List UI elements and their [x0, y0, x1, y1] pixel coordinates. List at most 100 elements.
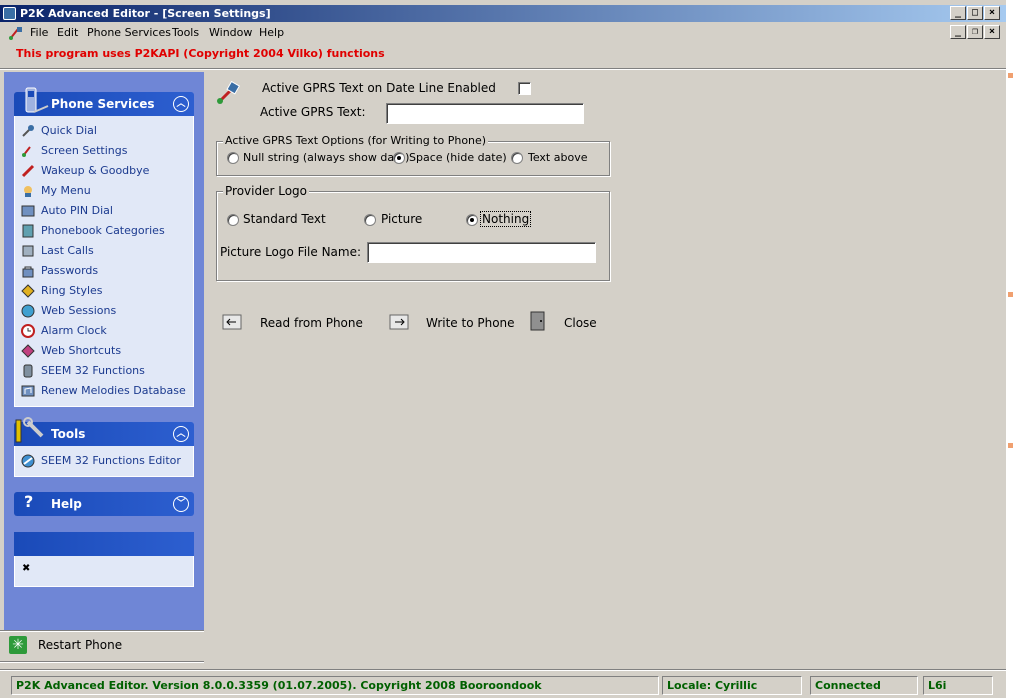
standard-text-radio[interactable] [227, 214, 239, 226]
close-icon[interactable]: ✖ [22, 563, 30, 574]
title-bar[interactable]: P2K Advanced Editor - [Screen Settings] [0, 5, 1006, 22]
copyright-notice: This program uses P2KAPI (Copyright 2004… [16, 47, 385, 60]
write-to-phone-button[interactable]: Write to Phone [388, 312, 518, 334]
menu-phone-services[interactable]: Phone Services [87, 26, 171, 39]
edge-mark [1008, 73, 1013, 78]
picture-label[interactable]: Picture [381, 212, 422, 226]
sidebar-item-passwords[interactable]: Passwords [19, 262, 189, 280]
logo-file-input[interactable] [367, 242, 596, 263]
sidebar-item-label: Ring Styles [41, 284, 103, 297]
wakeup-icon [21, 164, 35, 178]
restart-icon: ✳ [9, 636, 27, 654]
help-icon: ? [24, 492, 34, 511]
sidebar-item-label: Web Shortcuts [41, 344, 122, 357]
menu-edit[interactable]: Edit [57, 26, 78, 39]
space-label[interactable]: Space (hide date) [409, 151, 507, 164]
sidebar-item-last-calls[interactable]: Last Calls [19, 242, 189, 260]
sidebar-item-label: Wakeup & Goodbye [41, 164, 150, 177]
sidebar-item-label: Screen Settings [41, 144, 128, 157]
window-title: P2K Advanced Editor - [Screen Settings] [20, 7, 271, 20]
child-close-button[interactable]: × [984, 25, 1000, 39]
expand-down-icon[interactable]: ﹀ [173, 496, 189, 512]
close-button[interactable]: Close [526, 310, 606, 334]
collapse-up-icon[interactable]: ︿ [173, 426, 189, 442]
phone-icon [25, 87, 49, 113]
menu-tools[interactable]: Tools [172, 26, 199, 39]
gprs-enabled-checkbox[interactable] [518, 82, 531, 95]
tools-icon [15, 417, 44, 443]
maximize-button[interactable]: □ [967, 6, 983, 20]
write-to-phone-label: Write to Phone [426, 316, 515, 330]
sidebar-item-screen-settings[interactable]: Screen Settings [19, 142, 189, 160]
phone-services-header[interactable]: Phone Services ︿ [14, 87, 194, 116]
sidebar-item-auto-pin-dial[interactable]: Auto PIN Dial [19, 202, 189, 220]
tools-header[interactable]: Tools ︿ [14, 417, 194, 446]
read-from-phone-button[interactable]: Read from Phone [221, 312, 363, 334]
sidebar-item-web-sessions[interactable]: Web Sessions [19, 302, 189, 320]
logo-file-label: Picture Logo File Name: [220, 245, 362, 259]
menu-window[interactable]: Window [209, 26, 252, 39]
sidebar-item-alarm-clock[interactable]: Alarm Clock [19, 322, 189, 340]
provider-logo-title: Provider Logo [223, 184, 309, 198]
pin-dial-icon [21, 204, 35, 218]
locale-status: Locale: Cyrillic [662, 676, 802, 695]
sidebar-item-seem-editor[interactable]: SEEM 32 Functions Editor [19, 452, 189, 470]
read-icon [221, 313, 243, 331]
standard-text-label[interactable]: Standard Text [243, 212, 326, 226]
sidebar-item-label: Quick Dial [41, 124, 97, 137]
melodies-icon [21, 384, 35, 398]
gprs-options-title: Active GPRS Text Options (for Writing to… [223, 134, 489, 147]
space-radio[interactable] [393, 152, 405, 164]
info-panel: ✖ [14, 556, 194, 587]
read-from-phone-label: Read from Phone [260, 316, 363, 330]
sidebar-item-quick-dial[interactable]: Quick Dial [19, 122, 189, 140]
document-icon[interactable] [8, 25, 24, 41]
menu-file[interactable]: File [30, 26, 48, 39]
picture-radio[interactable] [364, 214, 376, 226]
divider [0, 661, 204, 663]
sidebar-item-label: SEEM 32 Functions Editor [41, 454, 181, 467]
sidebar-item-label: Alarm Clock [41, 324, 107, 337]
model-status: L6i [923, 676, 993, 695]
passwords-icon [21, 264, 35, 278]
help-title: Help [51, 497, 82, 511]
sidebar-item-label: Phonebook Categories [41, 224, 165, 237]
connection-status: Connected [810, 676, 918, 695]
version-status: P2K Advanced Editor. Version 8.0.0.3359 … [11, 676, 659, 695]
text-above-radio[interactable] [511, 152, 523, 164]
provider-logo-group: Provider Logo Standard Text Picture Noth… [216, 184, 610, 281]
nothing-radio[interactable] [466, 214, 478, 226]
menu-help[interactable]: Help [259, 26, 284, 39]
restart-phone-button[interactable]: ✳ Restart Phone [4, 631, 204, 659]
screen-settings-icon [21, 144, 35, 158]
child-restore-button[interactable]: ❐ [967, 25, 983, 39]
tools-title: Tools [51, 427, 86, 441]
sidebar-item-ring-styles[interactable]: Ring Styles [19, 282, 189, 300]
my-menu-icon [21, 184, 35, 198]
sidebar-item-wakeup[interactable]: Wakeup & Goodbye [19, 162, 189, 180]
phone-services-title: Phone Services [51, 97, 155, 111]
sidebar-item-label: Web Sessions [41, 304, 117, 317]
divider [0, 68, 1006, 70]
nothing-label[interactable]: Nothing [479, 211, 532, 227]
web-sessions-icon [21, 304, 35, 318]
null-string-radio[interactable] [227, 152, 239, 164]
null-string-label[interactable]: Null string (always show date) [243, 151, 409, 164]
help-header[interactable]: ? Help ﹀ [14, 492, 194, 516]
child-minimize-button[interactable]: _ [950, 25, 966, 39]
edge-mark [1008, 443, 1013, 448]
sidebar-item-my-menu[interactable]: My Menu [19, 182, 189, 200]
sidebar-item-renew-melodies[interactable]: Renew Melodies Database [19, 382, 189, 400]
close-window-button[interactable]: × [984, 6, 1000, 20]
window-edge [1006, 0, 1013, 698]
door-icon [526, 310, 548, 331]
phone-services-panel: Quick Dial Screen Settings Wakeup & Good… [14, 116, 194, 407]
sidebar-item-web-shortcuts[interactable]: Web Shortcuts [19, 342, 189, 360]
sidebar-item-phonebook[interactable]: Phonebook Categories [19, 222, 189, 240]
minimize-button[interactable]: _ [950, 6, 966, 20]
collapse-up-icon[interactable]: ︿ [173, 96, 189, 112]
restart-label: Restart Phone [38, 638, 123, 652]
text-above-label[interactable]: Text above [528, 151, 587, 164]
sidebar-item-seem-functions[interactable]: SEEM 32 Functions [19, 362, 189, 380]
gprs-text-input[interactable] [386, 103, 584, 124]
